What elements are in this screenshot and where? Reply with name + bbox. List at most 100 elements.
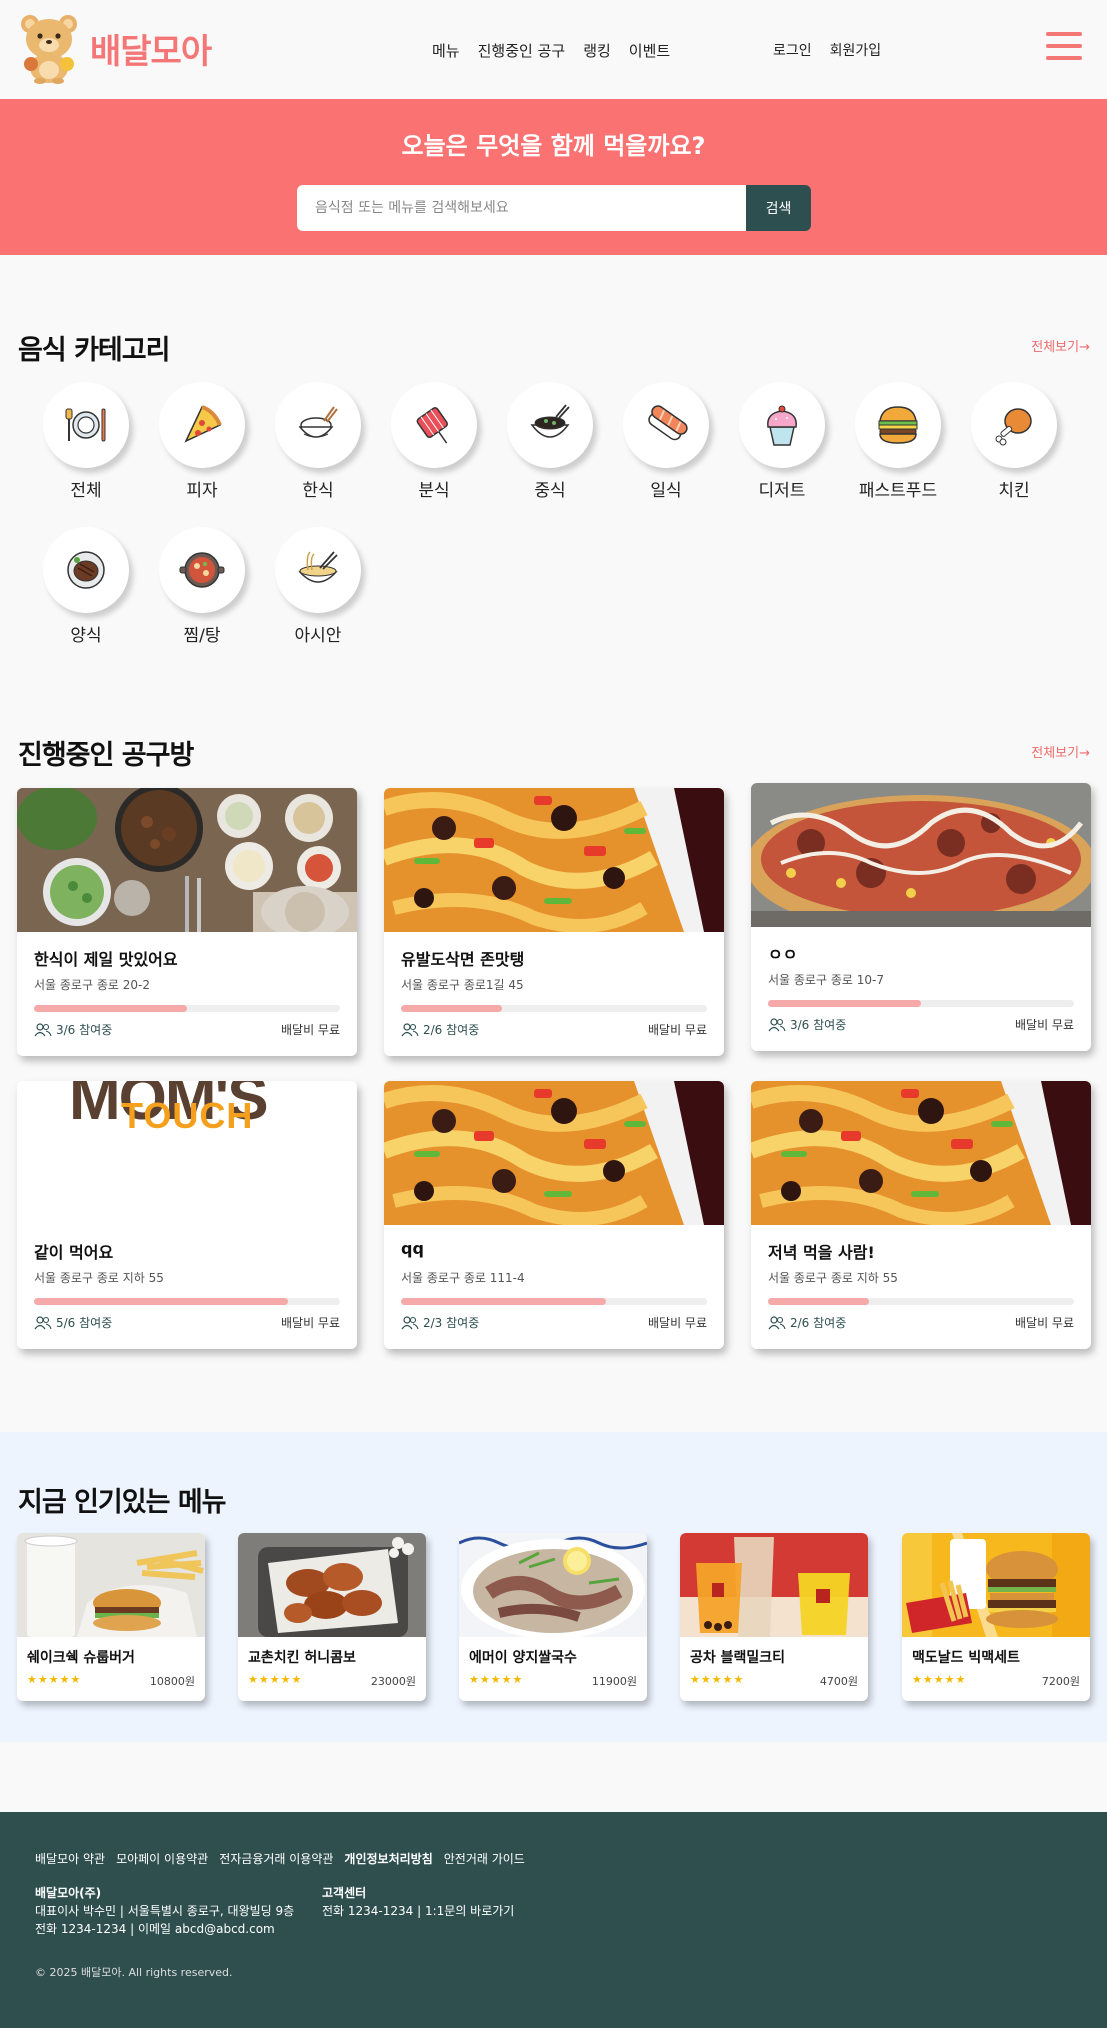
category-label: 전체 [70,481,102,501]
pizza-icon [184,405,222,443]
login-link[interactable]: 로그인 [773,40,812,60]
menu-name: 맥도날드 빅맥세트 [912,1650,1020,1666]
group-section-title: 진행중인 공구방 [18,740,194,771]
company-line1: 대표이사 박수민 | 서울특별시 종로구, 대왕빌딩 9층 [35,1904,295,1918]
group-card[interactable]: qq 서울 종로구 종로 111-4 2/3 참여중 배달비 무료 [384,1081,724,1349]
hamburger-menu-icon[interactable] [1046,32,1082,60]
footer-link-efinance[interactable]: 전자금융거래 이용약관 [219,1850,333,1867]
people-icon [34,1022,52,1036]
people-icon [34,1315,52,1329]
group-card[interactable]: 한식이 제일 맛있어요 서울 종로구 종로 20-2 3/6 참여중 배달비 무… [17,788,357,1056]
category-chinese[interactable]: 중식 [500,382,600,501]
menu-card[interactable]: 맥도날드 빅맥세트 ★★★★★ 7200원 [902,1533,1090,1701]
chicken-icon [995,408,1032,446]
group-participants: 2/6 참여중 [790,1316,847,1330]
menu-price: 11900원 [591,1675,637,1688]
category-see-all-link[interactable]: 전체보기→ [1031,336,1090,355]
category-stew[interactable]: 찜/탕 [152,527,252,646]
category-asian[interactable]: 아시안 [268,527,368,646]
category-dessert[interactable]: 디저트 [732,382,832,501]
search-input[interactable] [297,185,746,231]
noodle-icon [298,551,338,583]
group-progress-fill [34,1005,187,1012]
group-title: 같이 먹어요 [34,1243,114,1262]
tteokbokki-icon [416,407,448,444]
category-fastfood[interactable]: 패스트푸드 [848,382,948,501]
nav-menu[interactable]: 메뉴 [432,40,460,61]
menu-card[interactable]: 교촌치킨 허니콤보 ★★★★★ 23000원 [238,1533,426,1701]
menu-card[interactable]: 쉐이크쉑 슈룹버거 ★★★★★ 10800원 [17,1533,205,1701]
cupcake-icon [767,405,797,446]
brand-name: 배달모아 [90,31,212,72]
group-delivery-fee: 배달비 무료 [1014,1018,1074,1032]
support-title: 고객센터 [322,1886,367,1900]
popular-section-title: 지금 인기있는 메뉴 [18,1487,227,1518]
people-icon [401,1022,419,1036]
people-icon [768,1017,786,1031]
site-header: 배달모아 메뉴 진행중인 공구 랭킹 이벤트 로그인 회원가입 [0,0,1107,99]
category-label: 분식 [418,481,450,501]
stew-icon [179,552,225,588]
group-address: 서울 종로구 종로 지하 55 [768,1271,898,1285]
group-address: 서울 종로구 종로 20-2 [34,978,150,992]
site-footer: 배달모아 약관 모아페이 이용약관 전자금융거래 이용약관 개인정보처리방침 안… [0,1812,1107,2028]
group-delivery-fee: 배달비 무료 [280,1316,340,1330]
group-card[interactable]: ㅇㅇ 서울 종로구 종로 10-7 3/6 참여중 배달비 무료 [751,783,1091,1051]
menu-card[interactable]: 공차 블랙밀크티 ★★★★★ 4700원 [680,1533,868,1701]
star-rating: ★★★★★ [469,1673,524,1686]
group-address: 서울 종로구 종로1길 45 [401,978,524,992]
footer-links: 배달모아 약관 모아페이 이용약관 전자금융거래 이용약관 개인정보처리방침 안… [35,1850,525,1867]
category-label: 치킨 [998,481,1030,501]
category-label: 중식 [534,481,566,501]
star-rating: ★★★★★ [690,1673,745,1686]
support-line1[interactable]: 전화 1234-1234 | 1:1문의 바로가기 [322,1902,514,1920]
category-pizza[interactable]: 피자 [152,382,252,501]
company-name: 배달모아(주) [35,1886,102,1900]
category-bunsik[interactable]: 분식 [384,382,484,501]
footer-link-terms[interactable]: 배달모아 약관 [35,1850,105,1867]
group-card[interactable]: MOM'S TOUCH 같이 먹어요 서울 종로구 종로 지하 55 5/6 참… [17,1081,357,1349]
group-progress-bar [34,1298,340,1305]
menu-card[interactable]: 에머이 양지쌀국수 ★★★★★ 11900원 [459,1533,647,1701]
group-card[interactable]: 저녁 먹을 사람! 서울 종로구 종로 지하 55 2/6 참여중 배달비 무료 [751,1081,1091,1349]
nav-event[interactable]: 이벤트 [629,40,670,61]
nav-group-buy[interactable]: 진행중인 공구 [478,40,566,61]
copyright: © 2025 배달모아. All rights reserved. [35,1966,233,1979]
noodle-dish-photo [751,1081,1091,1225]
group-title: 한식이 제일 맛있어요 [34,950,178,969]
hero-title: 오늘은 무엇을 함께 먹을까요? [401,132,706,160]
group-delivery-fee: 배달비 무료 [280,1023,340,1037]
menu-name: 에머이 양지쌀국수 [469,1650,577,1666]
group-title: 유발도삭면 존맛탱 [401,950,525,969]
hero-banner: 오늘은 무엇을 함께 먹을까요? 검색 [0,99,1107,255]
bear-mascot-icon [21,15,77,84]
category-japanese[interactable]: 일식 [616,382,716,501]
nav-ranking[interactable]: 랭킹 [583,40,611,61]
footer-link-privacy[interactable]: 개인정보처리방침 [344,1850,432,1867]
search-bar: 검색 [297,185,811,231]
steak-icon [67,551,105,589]
group-participants: 2/3 참여중 [423,1316,480,1330]
group-progress-fill [34,1298,288,1305]
pizza-photo [751,783,1091,927]
group-delivery-fee: 배달비 무료 [1014,1316,1074,1330]
noodle-dish-photo [384,788,724,932]
milk-tea-photo [680,1533,868,1637]
auth-links: 로그인 회원가입 [773,40,881,60]
group-card[interactable]: 유발도삭면 존맛탱 서울 종로구 종로1길 45 2/6 참여중 배달비 무료 [384,788,724,1056]
footer-link-safe-trade[interactable]: 안전거래 가이드 [444,1850,525,1867]
category-korean[interactable]: 한식 [268,382,368,501]
star-rating: ★★★★★ [248,1673,303,1686]
logo[interactable]: 배달모아 [16,12,212,84]
category-chicken[interactable]: 치킨 [964,382,1064,501]
signup-link[interactable]: 회원가입 [830,40,882,60]
category-western[interactable]: 양식 [36,527,136,646]
search-button[interactable]: 검색 [746,185,811,231]
group-address: 서울 종로구 종로 10-7 [768,973,884,987]
group-see-all-link[interactable]: 전체보기→ [1031,742,1090,761]
menu-price: 23000원 [370,1675,416,1688]
logo-text-touch: TOUCH [121,1095,254,1136]
footer-link-moapay[interactable]: 모아페이 이용약관 [116,1850,208,1867]
category-all[interactable]: 전체 [36,382,136,501]
category-label: 찜/탕 [183,626,221,646]
